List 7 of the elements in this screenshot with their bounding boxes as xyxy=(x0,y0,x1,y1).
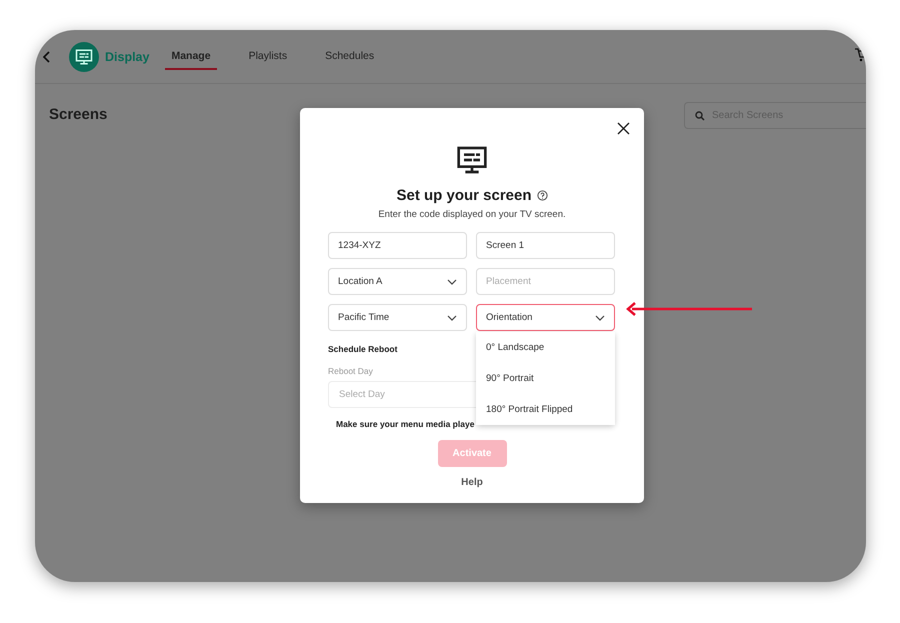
app-name: Display xyxy=(105,50,150,64)
section-title: Schedule Reboot xyxy=(328,344,398,354)
dialog-title: Set up your screen xyxy=(396,187,532,204)
notice-text: Make sure your menu media playe xyxy=(336,419,474,429)
field-label: Reboot Day xyxy=(328,366,373,376)
page-title: Screens xyxy=(49,106,108,123)
dialog-subtitle: Enter the code displayed on your TV screen. xyxy=(378,209,566,220)
